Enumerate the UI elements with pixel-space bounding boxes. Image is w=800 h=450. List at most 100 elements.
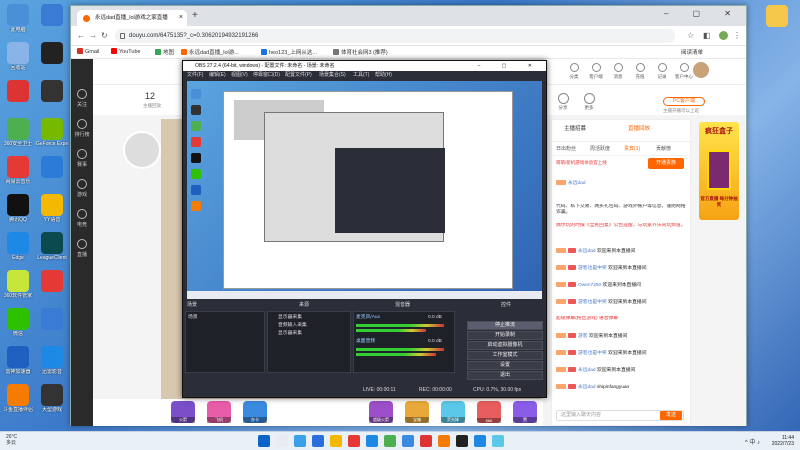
- menu-icon[interactable]: ⋮: [733, 31, 741, 40]
- system-tray[interactable]: ^ 中 ♪: [745, 437, 760, 446]
- star-icon[interactable]: ☆: [687, 31, 694, 40]
- leftnav-item[interactable]: 电竞: [71, 209, 93, 228]
- obs-menu-item[interactable]: 帮助(H): [375, 71, 392, 80]
- taskbar-app-icon[interactable]: [348, 435, 360, 447]
- room-replay-link[interactable]: 主播回放: [143, 103, 161, 109]
- chat-username[interactable]: 游客也是中奖: [578, 300, 607, 305]
- desktop-shortcut[interactable]: LeagueClient: [36, 232, 68, 261]
- obs-preview[interactable]: [187, 81, 542, 299]
- desktop-shortcut[interactable]: 大型游戏: [36, 384, 68, 413]
- topbar-item[interactable]: 客户端: [585, 63, 607, 80]
- tab-close-icon[interactable]: ×: [179, 10, 183, 26]
- scene-row[interactable]: 场景: [188, 314, 248, 321]
- obs-menu-item[interactable]: 文件(F): [187, 71, 203, 80]
- reload-button[interactable]: ↻: [101, 31, 108, 40]
- bookmark[interactable]: 永远dad直播_lol游...: [181, 48, 239, 56]
- obs-control-button[interactable]: 开始录制: [467, 331, 543, 340]
- gift-item[interactable]: 赞: [513, 401, 537, 423]
- obs-menu-item[interactable]: 停靠窗口(D): [253, 71, 280, 80]
- source-row[interactable]: 音频输入采集: [278, 322, 338, 329]
- obs-menu-item[interactable]: 编辑(E): [209, 71, 226, 80]
- obs-menu-item[interactable]: 配置文件(P): [285, 71, 312, 80]
- desktop-shortcut[interactable]: Edge: [2, 232, 34, 261]
- obs-control-button[interactable]: 设置: [467, 361, 543, 370]
- send-button[interactable]: 发送: [660, 411, 682, 420]
- desktop-shortcut[interactable]: [36, 156, 68, 179]
- gift-item[interactable]: 宝箱: [405, 401, 429, 423]
- leftnav-item[interactable]: 游戏: [71, 179, 93, 198]
- desktop-shortcut[interactable]: [36, 308, 68, 331]
- desktop-folder-icon[interactable]: [762, 5, 792, 27]
- obs-control-button[interactable]: 工作室模式: [467, 351, 543, 360]
- desktop-shortcut[interactable]: 360软件管家: [2, 270, 34, 299]
- bookmark[interactable]: Gmail: [77, 48, 99, 55]
- desktop-shortcut[interactable]: [36, 270, 68, 293]
- desktop-shortcut[interactable]: 斗鱼直播伴侣: [2, 384, 34, 413]
- gift-item[interactable]: 666: [477, 401, 501, 423]
- open-noble-button[interactable]: 开通贵族: [648, 158, 684, 169]
- chat-username[interactable]: 永远dad: [578, 368, 596, 373]
- topbar-item[interactable]: 分类: [563, 63, 585, 80]
- subtab-vip[interactable]: 贵宾(1): [624, 145, 640, 152]
- desktop-shortcut[interactable]: 网易云音乐: [2, 156, 34, 185]
- subtab-active[interactable]: 周活跃度: [590, 145, 610, 152]
- desktop-shortcut[interactable]: 迅雷影音: [36, 346, 68, 375]
- gift-item[interactable]: 火箭: [171, 401, 195, 423]
- bookmark[interactable]: 地图: [155, 48, 174, 56]
- taskbar-app-icon[interactable]: [456, 435, 468, 447]
- desktop-shortcut[interactable]: 此电脑: [2, 4, 34, 33]
- profile-avatar[interactable]: [719, 31, 728, 40]
- taskbar-app-icon[interactable]: [438, 435, 450, 447]
- gift-item[interactable]: 办卡: [243, 401, 267, 423]
- avatar[interactable]: [693, 62, 709, 78]
- tab-replay[interactable]: 直播回放: [628, 124, 650, 132]
- url-input[interactable]: douyu.com/6475135?_c=0.30620194932191266: [115, 29, 675, 43]
- subtab-fans[interactable]: 日出粉丝: [556, 145, 576, 152]
- source-row[interactable]: 显示器采集: [278, 314, 338, 321]
- new-tab-button[interactable]: +: [192, 10, 198, 21]
- obs-control-button[interactable]: 退出: [467, 371, 543, 380]
- leftnav-item[interactable]: 关注: [71, 89, 93, 108]
- chat-username[interactable]: 游客也是中奖: [578, 351, 607, 356]
- obs-control-button[interactable]: 停止推流: [467, 321, 543, 330]
- pc-client-button[interactable]: PC客户端: [663, 97, 705, 106]
- reading-list[interactable]: 阅读清单: [681, 48, 703, 56]
- leftnav-item[interactable]: 排行榜: [71, 119, 93, 138]
- taskbar-app-icon[interactable]: [330, 435, 342, 447]
- bookmark[interactable]: YouTube: [111, 48, 141, 55]
- bookmark[interactable]: 体育社会网3 (推荐): [333, 48, 388, 56]
- share-button[interactable]: 分享: [553, 93, 573, 111]
- clock[interactable]: 11:44 2022/7/23: [772, 435, 794, 447]
- extensions-icon[interactable]: ◧: [703, 31, 711, 40]
- taskbar-app-icon[interactable]: [258, 435, 270, 447]
- desktop-shortcut[interactable]: [2, 80, 34, 103]
- taskbar-app-icon[interactable]: [366, 435, 378, 447]
- desktop-shortcut[interactable]: GeForce Experience: [36, 118, 68, 147]
- topbar-item[interactable]: 充值: [629, 63, 651, 80]
- taskbar-app-icon[interactable]: [276, 435, 288, 447]
- gift-item[interactable]: 飞机: [207, 401, 231, 423]
- taskbar-app-icon[interactable]: [312, 435, 324, 447]
- volume-slider[interactable]: [356, 329, 426, 332]
- chat-username[interactable]: Owen7250: [578, 283, 601, 288]
- obs-menu-item[interactable]: 场景集合(S): [319, 71, 346, 80]
- gift-item[interactable]: 超级火箭: [369, 401, 393, 423]
- obs-control-button[interactable]: 启动虚拟摄像机: [467, 341, 543, 350]
- desktop-shortcut[interactable]: 回收站: [2, 42, 34, 71]
- desktop-shortcut[interactable]: [36, 42, 68, 65]
- back-button[interactable]: ←: [77, 31, 85, 40]
- taskbar-app-icon[interactable]: [402, 435, 414, 447]
- window-controls[interactable]: – ▢ ✕: [664, 9, 742, 18]
- tab-douyu[interactable]: 永远dad直播_lol游戏之家直播 ×: [77, 10, 187, 26]
- taskbar-app-icon[interactable]: [474, 435, 486, 447]
- taskbar-app-icon[interactable]: [294, 435, 306, 447]
- ad-card[interactable]: 疯狂盒子 官方直播 每分钟抽奖: [699, 122, 739, 220]
- forward-button[interactable]: →: [89, 31, 97, 40]
- obs-window-controls[interactable]: – ▢ ✕: [478, 61, 542, 71]
- obs-menu-item[interactable]: 视图(V): [231, 71, 248, 80]
- gift-item[interactable]: 荧光棒: [441, 401, 465, 423]
- taskbar-app-icon[interactable]: [420, 435, 432, 447]
- subtab-contrib[interactable]: 贡献榜: [656, 145, 671, 152]
- source-row[interactable]: 显示器采集: [278, 330, 338, 337]
- desktop-shortcut[interactable]: 腾讯QQ: [2, 194, 34, 223]
